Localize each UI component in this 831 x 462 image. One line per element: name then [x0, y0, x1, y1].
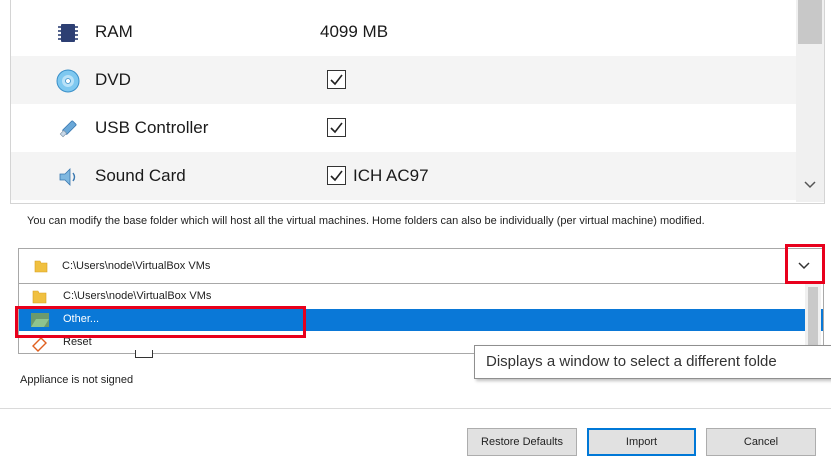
settings-row-ram[interactable]: RAM 4099 MB: [11, 8, 796, 56]
usb-controller-checkbox[interactable]: [327, 118, 346, 137]
usb-plug-icon: [59, 120, 77, 138]
scroll-down-arrow-icon[interactable]: [802, 176, 818, 192]
highlight-box-other-option: [15, 306, 306, 338]
settings-row-usb[interactable]: USB Controller: [11, 104, 796, 152]
highlight-box-dropdown-button: [785, 244, 825, 284]
base-folder-info-text: You can modify the base folder which wil…: [27, 215, 705, 227]
checkmark-icon: [330, 170, 343, 182]
cancel-button[interactable]: Cancel: [706, 428, 816, 456]
settings-row-label: Sound Card: [95, 166, 186, 185]
tooltip-text: Displays a window to select a different …: [486, 353, 777, 370]
dropdown-option-current-folder[interactable]: C:\Users\node\VirtualBox VMs: [19, 286, 823, 308]
speaker-icon: [59, 168, 76, 186]
restore-defaults-button[interactable]: Restore Defaults: [467, 428, 577, 456]
checkmark-icon: [330, 122, 343, 134]
base-folder-combobox[interactable]: C:\Users\node\VirtualBox VMs: [18, 248, 824, 284]
dropdown-scrollbar[interactable]: [805, 284, 821, 352]
checkmark-icon: [330, 74, 343, 86]
scrollbar-thumb[interactable]: [808, 287, 818, 347]
folder-icon: [32, 290, 47, 304]
ram-value[interactable]: 4099 MB: [320, 22, 388, 42]
import-button[interactable]: Import: [587, 428, 696, 456]
dvd-disc-icon: [56, 69, 80, 93]
combobox-value: C:\Users\node\VirtualBox VMs: [62, 260, 211, 272]
settings-row-sound-card[interactable]: Sound Card ICH AC97: [11, 152, 796, 200]
button-bar-divider: [0, 408, 831, 409]
scrollbar-thumb[interactable]: [798, 0, 822, 44]
settings-row-label: USB Controller: [95, 118, 209, 137]
appliance-settings-list: RAM 4099 MB DVD USB Controller Sound Car…: [10, 0, 825, 204]
signature-status: Appliance is not signed: [20, 374, 134, 386]
settings-row-label: RAM: [95, 22, 133, 41]
ram-chip-icon: [58, 24, 78, 42]
dropdown-option-label: C:\Users\node\VirtualBox VMs: [63, 290, 212, 302]
settings-scrollbar[interactable]: [796, 0, 824, 202]
sound-card-type[interactable]: ICH AC97: [353, 166, 429, 186]
sound-card-checkbox[interactable]: [327, 166, 346, 185]
partially-hidden-checkbox[interactable]: [135, 350, 153, 358]
settings-row-label: DVD: [95, 70, 131, 89]
tooltip: Displays a window to select a different …: [474, 345, 831, 379]
settings-row-dvd[interactable]: DVD: [11, 56, 796, 104]
folder-icon: [34, 260, 48, 273]
dvd-checkbox[interactable]: [327, 70, 346, 89]
